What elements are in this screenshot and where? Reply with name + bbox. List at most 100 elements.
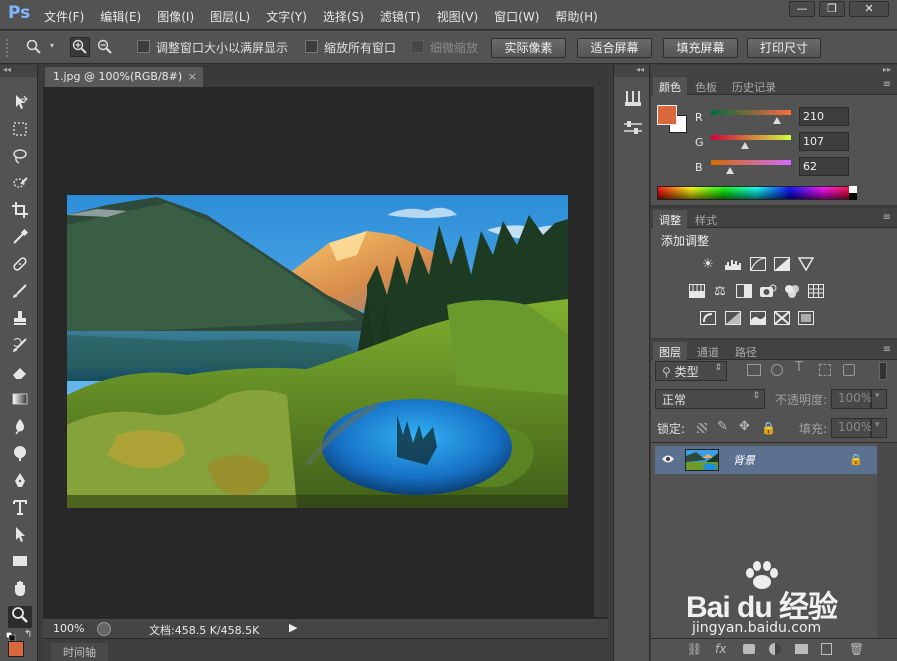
lasso-tool-icon[interactable] xyxy=(8,147,32,169)
minimize-button[interactable]: — xyxy=(789,1,815,17)
spectrum-black-chip[interactable] xyxy=(849,193,857,200)
gradient-map-icon[interactable] xyxy=(773,311,791,327)
lock-position-icon[interactable]: ✥ xyxy=(739,419,750,434)
close-button[interactable]: ✕ xyxy=(849,1,889,17)
brush-presets-icon[interactable] xyxy=(622,89,644,110)
black-white-icon[interactable] xyxy=(735,284,753,300)
green-thumb[interactable] xyxy=(740,142,749,149)
color-spectrum-ramp[interactable] xyxy=(657,186,857,200)
red-value[interactable]: 210 xyxy=(799,107,849,126)
toolbox-collapse-icon[interactable]: ◂◂ xyxy=(0,65,37,77)
marquee-tool-icon[interactable] xyxy=(8,120,32,142)
menu-edit[interactable]: 编辑(E) xyxy=(100,8,141,25)
zoom-out-icon[interactable] xyxy=(95,37,115,57)
opacity-input[interactable]: 100% xyxy=(831,389,872,409)
layer-visibility-eye-icon[interactable] xyxy=(661,453,675,468)
new-layer-icon[interactable] xyxy=(821,643,832,655)
posterize-icon[interactable] xyxy=(724,311,742,327)
zoom-tool-preset-icon[interactable] xyxy=(24,37,44,57)
filter-toggle[interactable] xyxy=(879,362,887,380)
threshold-icon[interactable] xyxy=(749,311,767,327)
green-value[interactable]: 107 xyxy=(799,132,849,151)
filter-pixel-icon[interactable] xyxy=(747,364,761,376)
menu-help[interactable]: 帮助(H) xyxy=(555,8,597,25)
clone-stamp-tool-icon[interactable] xyxy=(8,309,32,331)
selective-color-icon[interactable] xyxy=(797,311,815,327)
menu-window[interactable]: 窗口(W) xyxy=(494,8,539,25)
tab-channels[interactable]: 通道 xyxy=(691,342,725,360)
exposure-icon[interactable] xyxy=(773,257,791,273)
color-lookup-icon[interactable] xyxy=(807,284,825,300)
lock-all-icon[interactable]: 🔒 xyxy=(761,421,776,435)
layer-style-fx-icon[interactable]: fx xyxy=(715,642,726,656)
filter-shape-icon[interactable] xyxy=(819,364,831,376)
adjustments-menu-icon[interactable]: ≡ xyxy=(883,212,891,223)
photo-filter-icon[interactable] xyxy=(759,284,777,300)
clone-source-icon[interactable] xyxy=(622,119,644,140)
opacity-dropdown-icon[interactable]: ▾ xyxy=(871,389,887,409)
timeline-tab[interactable]: 时间轴 xyxy=(51,643,108,661)
vertical-scrollbar[interactable] xyxy=(594,87,608,617)
move-tool-icon[interactable] xyxy=(8,93,32,115)
layer-row-background[interactable]: 背景 🔒 xyxy=(655,446,877,474)
zoom-all-checkbox[interactable] xyxy=(305,40,318,53)
menu-filter[interactable]: 滤镜(T) xyxy=(380,8,421,25)
actual-pixels-button[interactable]: 实际像素 xyxy=(491,38,566,58)
status-menu-arrow-icon[interactable]: ▶ xyxy=(289,621,297,634)
lock-transparent-icon[interactable] xyxy=(697,423,707,433)
color-panel-collapse-icon[interactable]: ▸▸ xyxy=(651,65,897,75)
quick-selection-tool-icon[interactable] xyxy=(8,174,32,196)
red-thumb[interactable] xyxy=(772,117,781,124)
new-adjustment-layer-icon[interactable] xyxy=(769,643,781,655)
blue-thumb[interactable] xyxy=(726,167,735,174)
fill-screen-button[interactable]: 填充屏幕 xyxy=(663,38,738,58)
swap-colors-icon[interactable]: ↰ xyxy=(24,629,32,640)
tab-paths[interactable]: 路径 xyxy=(729,342,763,360)
maximize-button[interactable]: ❐ xyxy=(819,1,845,17)
red-track[interactable] xyxy=(711,110,791,115)
channel-mixer-icon[interactable] xyxy=(783,284,801,300)
tab-swatches[interactable]: 色板 xyxy=(689,77,723,95)
crop-tool-icon[interactable] xyxy=(8,201,32,223)
blur-tool-icon[interactable] xyxy=(8,417,32,439)
zoom-tool-icon[interactable] xyxy=(8,606,32,628)
menu-select[interactable]: 选择(S) xyxy=(323,8,364,25)
pen-tool-icon[interactable] xyxy=(8,471,32,493)
brush-tool-icon[interactable] xyxy=(8,282,32,304)
rectangle-tool-icon[interactable] xyxy=(8,552,32,574)
filter-smart-object-icon[interactable] xyxy=(843,364,855,376)
layers-menu-icon[interactable]: ≡ xyxy=(883,344,891,355)
gradient-tool-icon[interactable] xyxy=(8,390,32,412)
tab-color[interactable]: 颜色 xyxy=(653,77,687,95)
close-tab-icon[interactable]: × xyxy=(188,70,197,83)
menu-image[interactable]: 图像(I) xyxy=(157,8,194,25)
menu-type[interactable]: 文字(Y) xyxy=(266,8,307,25)
status-preview-icon[interactable] xyxy=(97,622,111,636)
link-layers-icon[interactable]: ⛓ xyxy=(687,642,702,656)
spectrum-white-chip[interactable] xyxy=(849,186,857,193)
fg-color-chip[interactable] xyxy=(657,105,677,125)
filter-type-icon[interactable]: T xyxy=(795,360,803,375)
image-canvas[interactable] xyxy=(67,195,568,508)
delete-layer-icon[interactable]: 🗑 xyxy=(849,642,864,656)
tab-adjustments[interactable]: 调整 xyxy=(653,210,687,228)
invert-icon[interactable] xyxy=(699,311,717,327)
lock-image-icon[interactable]: ✎ xyxy=(717,419,728,434)
blend-mode-select[interactable]: 正常 ⇕ xyxy=(655,389,765,409)
tab-history[interactable]: 历史记录 xyxy=(726,77,782,95)
filter-adjustment-icon[interactable] xyxy=(771,364,783,376)
resize-windows-checkbox[interactable] xyxy=(137,40,150,53)
preset-dropdown-arrow-icon[interactable]: ▾ xyxy=(50,41,54,50)
layer-filter-kind[interactable]: ⚲ 类型 ⇕ xyxy=(655,361,727,381)
menu-view[interactable]: 视图(V) xyxy=(437,8,479,25)
scrubby-zoom-checkbox[interactable] xyxy=(411,40,424,53)
strip-collapse-icon[interactable]: ◂◂ xyxy=(614,65,649,77)
add-mask-icon[interactable] xyxy=(743,644,755,654)
eyedropper-tool-icon[interactable] xyxy=(8,228,32,250)
hand-tool-icon[interactable] xyxy=(8,579,32,601)
zoom-level[interactable]: 100% xyxy=(53,622,84,635)
history-brush-tool-icon[interactable] xyxy=(8,336,32,358)
layer-name[interactable]: 背景 xyxy=(733,452,755,468)
tab-styles[interactable]: 样式 xyxy=(689,210,723,228)
levels-icon[interactable] xyxy=(724,257,742,273)
